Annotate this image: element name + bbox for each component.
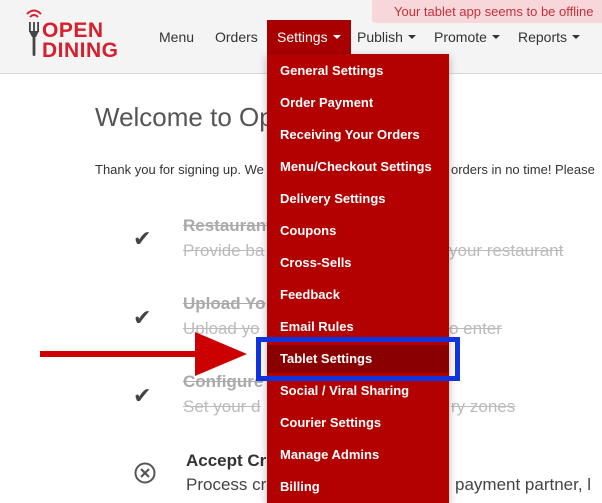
nav-menu[interactable]: Menu [159,20,194,54]
nav-orders[interactable]: Orders [215,20,258,54]
nav-reports[interactable]: Reports [518,20,581,54]
dropdown-item-feedback[interactable]: Feedback [267,281,449,309]
annotation-highlight-box [256,337,460,381]
step-description-right: ry zones [451,397,516,416]
step-description: Provide ba [183,241,265,260]
dropdown-item-billing[interactable]: Billing [267,473,449,501]
nav-reports-label: Reports [518,29,568,45]
nav-publish[interactable]: Publish [357,20,416,54]
open-dining-logo[interactable]: OPEN DINING [24,8,134,64]
check-icon: ✔ [133,305,152,330]
dropdown-item-courier-settings[interactable]: Courier Settings [267,409,449,437]
chevron-down-icon [572,35,581,40]
nav-settings[interactable]: Settings [267,20,351,54]
page-title: Welcome to Op [95,102,274,132]
intro-text-left: Thank you for signing up. We [95,162,264,177]
step-title: Accept Cr [186,451,267,470]
red-arrow-icon [40,332,247,376]
dropdown-item-coupons[interactable]: Coupons [267,217,449,245]
chevron-down-icon [491,35,500,40]
dropdown-item-manage-admins[interactable]: Manage Admins [267,441,449,469]
step-description-right: payment partner, l [455,475,592,494]
step-description: Process cr [186,475,267,494]
settings-dropdown-menu: General Settings Order Payment Receiving… [267,54,449,503]
nav-promote[interactable]: Promote [434,20,500,54]
step-description-right: o enter [449,319,502,338]
step-title: Upload Yo [183,294,266,313]
dropdown-item-social-viral-sharing[interactable]: Social / Viral Sharing [267,377,449,405]
dropdown-item-delivery-settings[interactable]: Delivery Settings [267,185,449,213]
intro-text-right: orders in no time! Please [451,162,595,177]
dropdown-item-menu-checkout-settings[interactable]: Menu/Checkout Settings [267,153,449,181]
chevron-down-icon [332,35,341,40]
dropdown-item-receiving-orders[interactable]: Receiving Your Orders [267,121,449,149]
dropdown-item-order-payment[interactable]: Order Payment [267,89,449,117]
nav-settings-label: Settings [277,29,328,45]
dropdown-item-cross-sells[interactable]: Cross-Sells [267,249,449,277]
dropdown-item-general-settings[interactable]: General Settings [267,57,449,85]
logo-text-dining: DINING [42,39,119,62]
step-title: Restaurant [183,216,272,235]
nav-promote-label: Promote [434,29,487,45]
chevron-down-icon [407,35,416,40]
check-icon: ✔ [133,383,152,408]
step-description: Set your d [183,397,261,416]
nav-publish-label: Publish [357,29,403,45]
fork-wifi-icon [26,9,42,56]
step-description-right: your restaurant [449,241,564,260]
x-circle-icon [133,461,157,491]
check-icon: ✔ [133,226,152,251]
